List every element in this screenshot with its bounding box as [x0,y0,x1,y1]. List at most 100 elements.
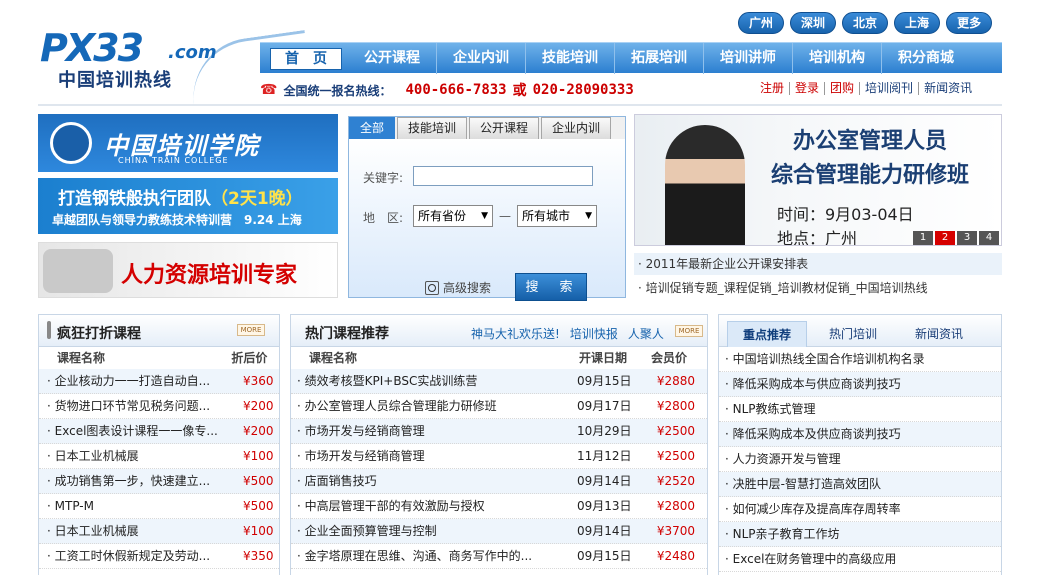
list-item[interactable]: · 日本工业机械展 ¥100 [39,519,279,544]
nav-item-points-mall[interactable]: 积分商城 [882,43,970,74]
site-logo[interactable]: PX33 .com 中国培训热线 [40,28,315,117]
city-selector: 广州 深圳 北京 上海 更多 [738,12,993,34]
nav-item-trainers[interactable]: 培训讲师 [704,43,793,74]
list-item[interactable]: · NLP教练式管理 [719,397,1001,422]
list-item[interactable]: · 降低采购成本及供应商谈判技巧 [719,422,1001,447]
login-link[interactable]: 登录 [790,82,826,95]
hot-link-gift[interactable]: 神马大礼欢乐送! [471,325,560,342]
course-search-box: 全部 技能培训 公开课程 企业内训 关键字: 地 区: 所有省份 ▼ — 所有城市… [348,116,626,301]
promo-page-3[interactable]: 3 [957,231,977,245]
search-tab-public[interactable]: 公开课程 [469,117,540,139]
list-item[interactable]: · 中国培训热线全国合作培训机构名录 [719,347,1001,372]
list-item[interactable]: · 人力资源开发与管理 [719,447,1001,472]
tab-hot-training[interactable]: 热门培训 [813,321,893,347]
table-row[interactable]: · 办公室管理人员综合管理能力研修班 09月17日 ¥2800 [291,394,707,419]
course-name[interactable]: · 日本工业机械展 [47,444,243,468]
course-name[interactable]: · 市场开发与经销商管理 [297,444,577,468]
table-row[interactable]: · 金字塔原理在思维、沟通、商务写作中的... 09月15日 ¥2480 [291,544,707,569]
city-button-more[interactable]: 更多 [946,12,993,34]
course-name[interactable]: · MTP-M [47,494,243,518]
list-item[interactable]: · 如何减少库存及提高库存周转率 [719,497,1001,522]
list-item[interactable]: · 企业核动力一一打造自动自... ¥360 [39,369,279,394]
search-tab-inhouse[interactable]: 企业内训 [541,117,612,139]
search-tab-all[interactable]: 全部 [349,117,396,139]
course-name[interactable]: · 店面销售技巧 [297,469,577,493]
table-row[interactable]: · 市场开发与经销商管理 11月12日 ¥2500 [291,444,707,469]
city-button-guangzhou[interactable]: 广州 [738,12,785,34]
list-item[interactable]: · 工资工时休假新规定及劳动... ¥350 [39,544,279,569]
course-name[interactable]: · 办公室管理人员综合管理能力研修班 [297,394,577,418]
hot-course-list: · 绩效考核暨KPI+BSC实战训练营 09月15日 ¥2880 · 办公室管理人员综… [291,369,707,569]
nav-item-public-courses[interactable]: 公开课程 [348,43,437,74]
magnifier-icon [425,280,439,295]
table-row[interactable]: · 绩效考核暨KPI+BSC实战训练营 09月15日 ¥2880 [291,369,707,394]
tab-featured[interactable]: 重点推荐 [727,321,807,347]
advanced-search-link[interactable]: 高级搜索 [425,279,491,296]
promo-title-line1: 办公室管理人员 [792,129,947,154]
promo-page-4[interactable]: 4 [979,231,999,245]
hot-link-news[interactable]: 培训快报 [570,325,618,342]
register-link[interactable]: 注册 [755,82,791,95]
discount-more-button[interactable]: MORE [237,324,265,336]
city-select[interactable]: 所有城市 ▼ [517,205,597,227]
list-item[interactable]: · 降低采购成本与供应商谈判技巧 [719,372,1001,397]
tab-news[interactable]: 新闻资讯 [899,321,979,347]
keyword-input[interactable] [413,166,593,186]
course-price: ¥2500 [656,424,695,438]
province-select[interactable]: 所有省份 ▼ [413,205,493,227]
hot-more-button[interactable]: MORE [675,325,703,337]
course-name[interactable]: · 企业核动力一一打造自动自... [47,369,243,393]
nav-item-outdoor-training[interactable]: 拓展培训 [615,43,704,74]
list-item[interactable]: · NLP亲子教育工作坊 [719,522,1001,547]
list-item[interactable]: · 日本工业机械展 ¥100 [39,444,279,469]
course-name[interactable]: · 工资工时休假新规定及劳动... [47,544,243,568]
course-name[interactable]: · 货物进口环节常见税务问题... [47,394,243,418]
promo-slideshow[interactable]: 办公室管理人员 综合管理能力研修班 时间：9月03-04日 地点：广州 1 2 … [634,114,1002,246]
nav-item-home[interactable]: 首 页 [270,47,342,70]
news-link[interactable]: 新闻资讯 [919,82,977,95]
city-button-shenzhen[interactable]: 深圳 [790,12,837,34]
groupbuy-link[interactable]: 团购 [825,82,861,95]
banner-team-camp[interactable]: 打造钢铁般执行团队（2天1晚） 卓越团队与领导力教练技术特训营 9.24 上海 [38,178,338,234]
table-row[interactable]: · 企业全面预算管理与控制 09月14日 ¥3700 [291,519,707,544]
course-name[interactable]: · 金字塔原理在思维、沟通、商务写作中的... [297,544,577,568]
list-item[interactable]: · Excel在财务管理中的高级应用 [719,547,1001,572]
course-name[interactable]: · 中高层管理干部的有效激励与授权 [297,494,577,518]
list-item[interactable]: · Excel图表设计课程一一像专... ¥200 [39,419,279,444]
nav-item-skills-training[interactable]: 技能培训 [526,43,615,74]
course-price: ¥360 [243,374,274,388]
list-item[interactable]: · 决胜中层-智慧打造高效团队 [719,472,1001,497]
hot-link-people[interactable]: 人聚人 [628,325,664,342]
course-price: ¥500 [243,499,274,513]
banner-china-train-college[interactable]: 中国培训学院 CHINA TRAIN COLLEGE [38,114,338,172]
search-button[interactable]: 搜 索 [515,273,587,301]
news-link-promotions[interactable]: · 培训促销专题_课程促销_培训教材促销_中国培训热线 [634,278,1002,298]
banner-hr-expert[interactable]: 人力资源培训专家 [38,242,338,298]
table-row[interactable]: · 市场开发与经销商管理 10月29日 ¥2500 [291,419,707,444]
news-link-schedule[interactable]: · 2011年最新企业公开课安排表 [634,253,1002,275]
list-item[interactable]: · MTP-M ¥500 [39,494,279,519]
col-course-name: 课程名称 [57,351,106,365]
course-name[interactable]: · 日本工业机械展 [47,519,243,543]
table-row[interactable]: · 店面销售技巧 09月14日 ¥2520 [291,469,707,494]
logo-chinese-name: 中国培训热线 [58,70,172,91]
promo-page-1[interactable]: 1 [913,231,933,245]
promo-page-2[interactable]: 2 [935,231,955,245]
logo-domain: .com [168,42,217,63]
magazine-link[interactable]: 培训阅刊 [860,82,920,95]
course-name[interactable]: · 企业全面预算管理与控制 [297,519,577,543]
nav-item-inhouse-training[interactable]: 企业内训 [437,43,526,74]
course-name[interactable]: · Excel图表设计课程一一像专... [47,419,243,443]
city-button-beijing[interactable]: 北京 [842,12,889,34]
search-tab-skills[interactable]: 技能培训 [397,117,468,139]
course-name[interactable]: · 市场开发与经销商管理 [297,419,577,443]
city-button-shanghai[interactable]: 上海 [894,12,941,34]
nav-item-institutions[interactable]: 培训机构 [793,43,882,74]
banner-team-headline: 打造钢铁般执行团队（2天1晚） [58,184,303,209]
list-item[interactable]: · 成功销售第一步，快速建立... ¥500 [39,469,279,494]
top-links: 注册 登录 团购 培训阅刊 新闻资讯 [755,82,977,95]
course-name[interactable]: · 绩效考核暨KPI+BSC实战训练营 [297,369,577,393]
list-item[interactable]: · 货物进口环节常见税务问题... ¥200 [39,394,279,419]
course-name[interactable]: · 成功销售第一步，快速建立... [47,469,243,493]
table-row[interactable]: · 中高层管理干部的有效激励与授权 09月13日 ¥2800 [291,494,707,519]
